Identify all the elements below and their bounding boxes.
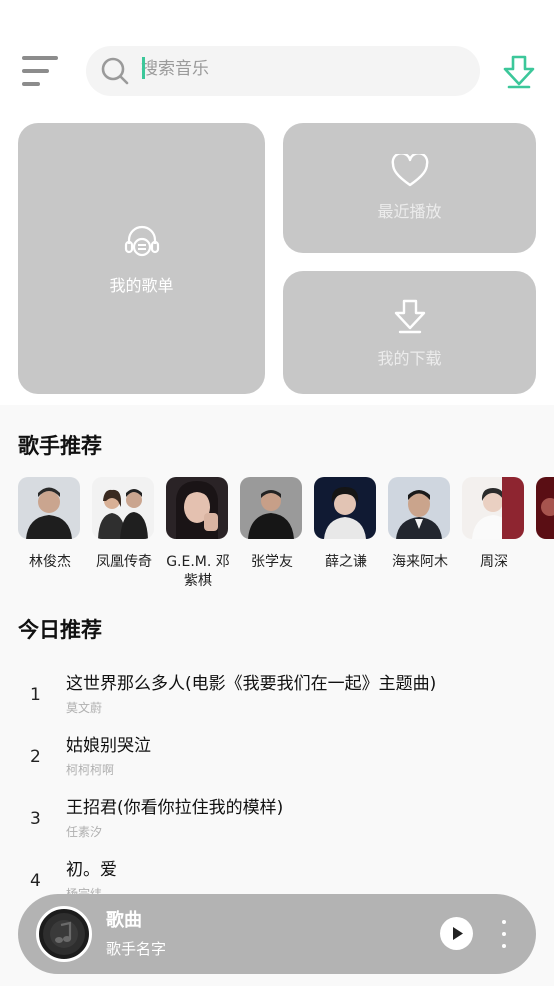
song-title: 姑娘别哭泣 xyxy=(66,736,151,756)
singer-item[interactable]: 薛之谦 xyxy=(314,477,378,572)
section-title: 歌手推荐 xyxy=(18,434,102,458)
recent-played-card[interactable]: 最近播放 xyxy=(283,123,536,253)
my-downloads-card[interactable]: 我的下载 xyxy=(283,271,536,394)
song-title: 王招君(你看你拉住我的模样) xyxy=(66,798,284,818)
song-row[interactable]: 3 王招君(你看你拉住我的模样) 任素汐 xyxy=(0,791,554,851)
avatar xyxy=(536,477,554,539)
singer-name: 周深 xyxy=(480,554,508,570)
singer-item[interactable]: 周深 xyxy=(462,477,526,572)
music-note-icon xyxy=(43,913,85,955)
my-playlist-card[interactable]: 我的歌单 xyxy=(18,123,265,394)
more-vertical-icon[interactable] xyxy=(498,918,510,950)
song-row[interactable]: 2 姑娘别哭泣 柯柯柯啊 xyxy=(0,729,554,789)
singer-name: 张学友 xyxy=(251,554,293,570)
menu-icon[interactable] xyxy=(18,52,62,90)
song-index: 1 xyxy=(30,685,41,705)
text-cursor xyxy=(142,57,145,79)
song-title: 这世界那么多人(电影《我要我们在一起》主题曲) xyxy=(66,674,437,694)
heart-icon xyxy=(391,154,428,187)
song-row[interactable]: 1 这世界那么多人(电影《我要我们在一起》主题曲) 莫文蔚 xyxy=(0,667,554,727)
avatar xyxy=(166,477,228,539)
singer-name: 林俊杰 xyxy=(29,554,71,570)
avatar xyxy=(388,477,450,539)
download-icon xyxy=(394,299,425,333)
search-input[interactable]: 搜索音乐 xyxy=(86,46,480,96)
song-index: 3 xyxy=(30,809,41,829)
singer-item[interactable]: 张学友 xyxy=(240,477,304,572)
avatar xyxy=(18,477,80,539)
singer-item[interactable]: 凤凰传奇 xyxy=(92,477,156,572)
singer-name: 凤凰传奇 xyxy=(96,554,152,570)
singer-item[interactable]: 林俊杰 xyxy=(18,477,82,572)
card-label: 最近播放 xyxy=(377,202,442,221)
singer-item[interactable] xyxy=(536,477,554,553)
singer-list[interactable]: 林俊杰 凤凰传奇 G.E.M. 邓紫棋 张学友 薛之谦 海来阿木 周深 xyxy=(18,477,554,597)
card-label: 我的歌单 xyxy=(109,275,174,295)
song-artist: 莫文蔚 xyxy=(66,701,103,715)
singer-name: 薛之谦 xyxy=(325,554,367,570)
download-icon[interactable] xyxy=(500,52,538,90)
search-icon xyxy=(101,57,129,85)
singer-name: G.E.M. 邓紫棋 xyxy=(166,554,230,589)
song-index: 2 xyxy=(30,747,41,767)
singer-item[interactable]: 海来阿木 xyxy=(388,477,452,572)
section-title: 今日推荐 xyxy=(18,618,102,642)
player-song-title: 歌曲 xyxy=(106,910,142,931)
song-index: 4 xyxy=(30,871,41,891)
headphones-icon xyxy=(124,225,159,256)
singer-name: 海来阿木 xyxy=(392,554,448,570)
avatar xyxy=(240,477,302,539)
play-icon xyxy=(453,927,463,940)
song-artist: 任素汐 xyxy=(66,825,103,839)
search-placeholder: 搜索音乐 xyxy=(141,59,209,79)
player-artist: 歌手名字 xyxy=(106,940,167,958)
card-label: 我的下载 xyxy=(377,348,442,368)
avatar xyxy=(462,477,524,539)
play-button[interactable] xyxy=(440,917,473,950)
album-disc[interactable] xyxy=(36,906,92,962)
avatar xyxy=(314,477,376,539)
song-artist: 柯柯柯啊 xyxy=(66,763,115,777)
avatar xyxy=(92,477,154,539)
song-title: 初。爱 xyxy=(66,860,117,880)
singer-item[interactable]: G.E.M. 邓紫棋 xyxy=(166,477,230,591)
mini-player[interactable]: 歌曲 歌手名字 xyxy=(18,894,536,974)
